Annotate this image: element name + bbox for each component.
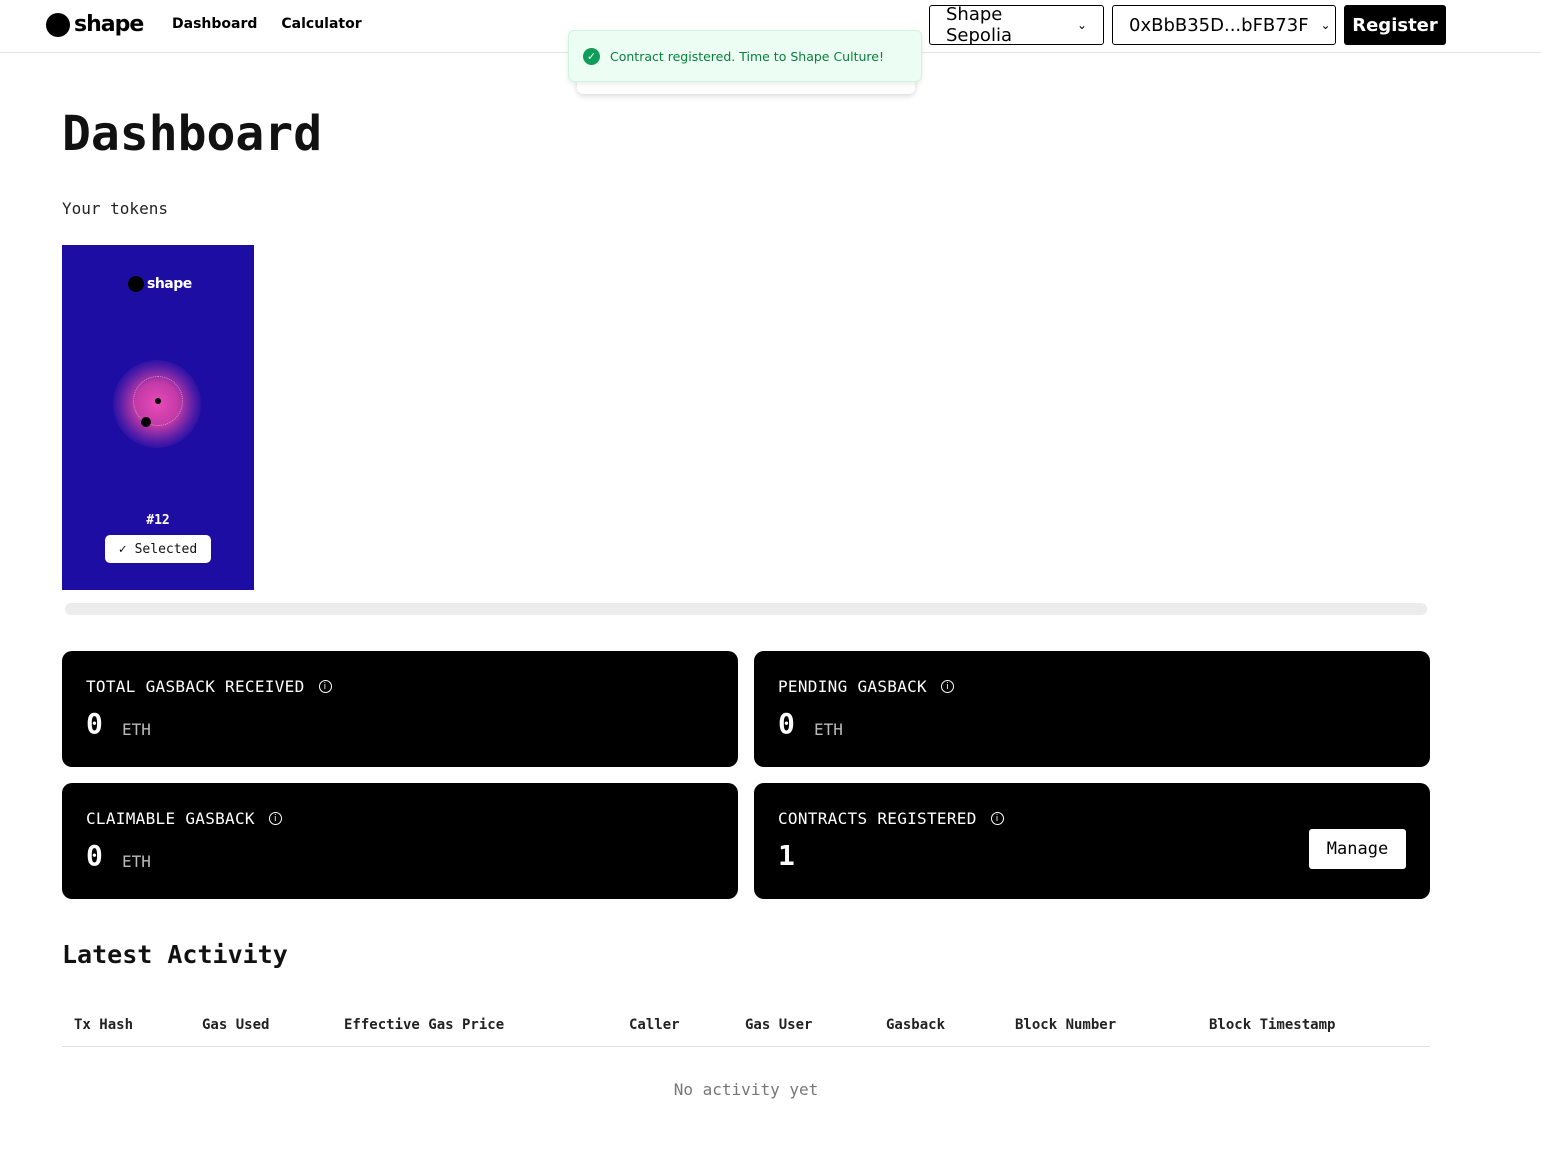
activity-title: Latest Activity bbox=[62, 940, 288, 969]
account-select-label: 0xBbB35D...bFB73F bbox=[1129, 14, 1309, 36]
token-selected-badge[interactable]: ✓ Selected bbox=[105, 535, 211, 563]
info-icon[interactable]: i bbox=[268, 812, 282, 825]
pending-gasback-unit: ETH bbox=[814, 720, 843, 739]
token-logo-text: shape bbox=[147, 276, 192, 292]
logo-dot-icon bbox=[46, 12, 70, 37]
contracts-registered-label-row: CONTRACTS REGISTERED i bbox=[778, 809, 1004, 828]
column-caller[interactable]: Caller bbox=[629, 1017, 680, 1033]
network-select[interactable]: Shape Sepolia ⌄ bbox=[929, 4, 1104, 46]
contracts-registered-label: CONTRACTS REGISTERED bbox=[778, 809, 977, 828]
total-gasback-label: TOTAL GASBACK RECEIVED bbox=[86, 677, 305, 696]
total-gasback-label-row: TOTAL GASBACK RECEIVED i bbox=[86, 677, 332, 696]
empty-activity-message: No activity yet bbox=[673, 1080, 819, 1099]
nav-dashboard[interactable]: Dashboard bbox=[172, 16, 257, 32]
page-title: Dashboard bbox=[62, 106, 323, 162]
column-effective-gas-price[interactable]: Effective Gas Price bbox=[344, 1017, 504, 1033]
chevron-down-icon: ⌄ bbox=[1320, 18, 1331, 32]
logo-dot-icon bbox=[128, 276, 144, 292]
activity-table-header: Tx Hash Gas Used Effective Gas Price Cal… bbox=[62, 1012, 1430, 1047]
token-logo: shape bbox=[128, 276, 192, 292]
main-nav: Dashboard Calculator bbox=[172, 16, 362, 32]
account-select[interactable]: 0xBbB35D...bFB73F ⌄ bbox=[1112, 5, 1336, 45]
column-gas-used[interactable]: Gas Used bbox=[202, 1017, 269, 1033]
logo-text: shape bbox=[74, 12, 144, 37]
column-gasback[interactable]: Gasback bbox=[886, 1017, 945, 1033]
info-icon[interactable]: i bbox=[941, 680, 954, 693]
total-gasback-unit: ETH bbox=[122, 720, 151, 739]
token-orb-dot bbox=[155, 398, 161, 404]
info-icon[interactable]: i bbox=[990, 812, 1004, 825]
manage-button[interactable]: Manage bbox=[1309, 829, 1406, 869]
tokens-horizontal-scrollbar[interactable] bbox=[65, 603, 1427, 615]
chevron-down-icon: ⌄ bbox=[1076, 18, 1087, 32]
checkmark-icon: ✓ bbox=[118, 541, 127, 557]
column-gas-user[interactable]: Gas User bbox=[745, 1017, 812, 1033]
pending-gasback-card: PENDING GASBACK i 0 ETH bbox=[754, 651, 1430, 767]
success-toast[interactable]: ✓ Contract registered. Time to Shape Cul… bbox=[568, 30, 922, 82]
claimable-gasback-card: CLAIMABLE GASBACK i 0 ETH bbox=[62, 783, 738, 899]
register-button[interactable]: Register bbox=[1344, 5, 1446, 45]
tokens-label: Your tokens bbox=[62, 199, 168, 218]
info-icon[interactable]: i bbox=[318, 680, 332, 693]
claimable-gasback-label-row: CLAIMABLE GASBACK i bbox=[86, 809, 282, 828]
contracts-registered-card: CONTRACTS REGISTERED i 1 Manage bbox=[754, 783, 1430, 899]
pending-gasback-value: 0 bbox=[778, 707, 795, 740]
shape-logo[interactable]: shape bbox=[46, 12, 144, 37]
toast-message: Contract registered. Time to Shape Cultu… bbox=[610, 48, 884, 64]
check-icon: ✓ bbox=[583, 47, 600, 65]
selected-label: Selected bbox=[134, 541, 198, 557]
token-id: #12 bbox=[146, 513, 170, 528]
total-gasback-card: TOTAL GASBACK RECEIVED i 0 ETH bbox=[62, 651, 738, 767]
claimable-gasback-unit: ETH bbox=[122, 852, 151, 871]
contracts-registered-value: 1 bbox=[778, 839, 795, 872]
network-select-label: Shape Sepolia bbox=[946, 4, 1012, 46]
column-block-number[interactable]: Block Number bbox=[1015, 1017, 1116, 1033]
token-orb-dot bbox=[141, 417, 151, 427]
token-card[interactable]: shape #12 ✓ Selected bbox=[62, 245, 254, 590]
total-gasback-value: 0 bbox=[86, 707, 103, 740]
nav-calculator[interactable]: Calculator bbox=[281, 16, 361, 32]
column-block-timestamp[interactable]: Block Timestamp bbox=[1209, 1017, 1335, 1033]
claimable-gasback-value: 0 bbox=[86, 839, 103, 872]
pending-gasback-label-row: PENDING GASBACK i bbox=[778, 677, 954, 696]
column-tx-hash[interactable]: Tx Hash bbox=[74, 1017, 133, 1033]
pending-gasback-label: PENDING GASBACK bbox=[778, 677, 927, 696]
claimable-gasback-label: CLAIMABLE GASBACK bbox=[86, 809, 255, 828]
